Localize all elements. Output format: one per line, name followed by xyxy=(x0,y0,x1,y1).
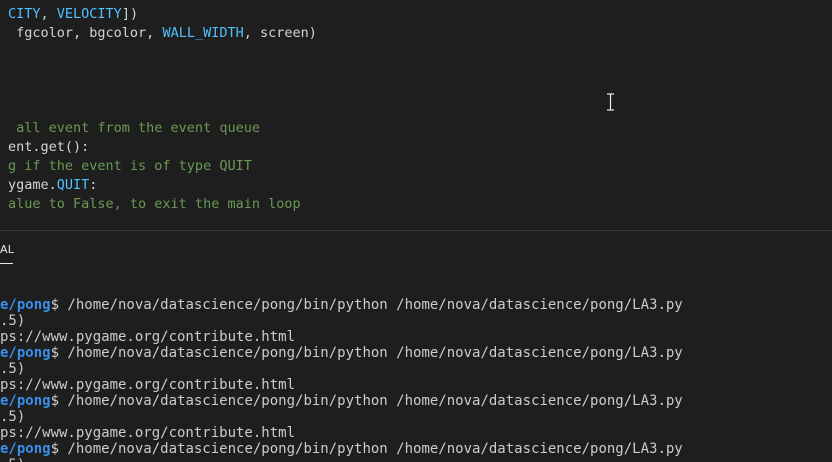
code-line: ent.get(): xyxy=(8,138,89,157)
terminal-line: e/pong$ /home/nova/datascience/pong/bin/… xyxy=(0,345,683,361)
code-token: , screen) xyxy=(243,25,317,41)
code-token: : xyxy=(89,177,98,193)
terminal-text: ps://www.pygame.org/contribute.html xyxy=(0,377,296,393)
terminal-text: .5) xyxy=(0,361,26,377)
terminal-line: .5) xyxy=(0,361,25,377)
code-token: QUIT xyxy=(56,177,90,193)
terminal-line: .5) xyxy=(0,457,25,462)
terminal-prompt-path: e/pong xyxy=(0,441,51,457)
terminal-line: e/pong$ /home/nova/datascience/pong/bin/… xyxy=(0,393,683,409)
i-beam-cursor-icon xyxy=(607,93,614,111)
terminal-prompt-path: e/pong xyxy=(0,345,51,361)
terminal-line: .5) xyxy=(0,409,25,425)
terminal-text: .5) xyxy=(0,313,26,329)
code-line: g if the event is of type QUIT xyxy=(8,157,252,176)
code-token: ]) xyxy=(121,6,139,22)
terminal-line: ps://www.pygame.org/contribute.html xyxy=(0,425,295,441)
code-token: fgcolor, bgcolor, xyxy=(8,25,163,41)
terminal-text: $ /home/nova/datascience/pong/bin/python… xyxy=(50,297,683,313)
terminal-text: ps://www.pygame.org/contribute.html xyxy=(0,425,296,441)
terminal-text: .5) xyxy=(0,409,26,425)
code-token: CITY xyxy=(8,6,41,22)
code-token: g if the event is of type QUIT xyxy=(8,158,252,174)
terminal-line: e/pong$ /home/nova/datascience/pong/bin/… xyxy=(0,441,683,457)
tab-terminal[interactable]: AL xyxy=(0,243,14,256)
terminal-text: $ /home/nova/datascience/pong/bin/python… xyxy=(50,393,683,409)
terminal-panel: AL e/pong$ /home/nova/datascience/pong/b… xyxy=(0,231,832,462)
code-token: , xyxy=(40,6,57,22)
code-line: CITY, VELOCITY]) xyxy=(8,5,138,24)
code-line: all event from the event queue xyxy=(8,119,260,138)
code-editor[interactable]: CITY, VELOCITY]) fgcolor, bgcolor, WALL_… xyxy=(0,0,832,230)
terminal-prompt-path: e/pong xyxy=(0,297,51,313)
terminal-text: ps://www.pygame.org/contribute.html xyxy=(0,329,296,345)
code-line: ygame.QUIT: xyxy=(8,176,97,195)
terminal-line: ps://www.pygame.org/contribute.html xyxy=(0,377,295,393)
terminal-text: $ /home/nova/datascience/pong/bin/python… xyxy=(50,345,683,361)
terminal-text: .5) xyxy=(0,457,25,462)
code-token: VELOCITY xyxy=(56,6,122,22)
code-token: alue to False, to exit the main loop xyxy=(8,196,301,212)
terminal-line: ps://www.pygame.org/contribute.html xyxy=(0,329,295,345)
code-token: all event from the event queue xyxy=(8,120,260,136)
terminal-prompt-path: e/pong xyxy=(0,393,51,409)
terminal-text: $ /home/nova/datascience/pong/bin/python… xyxy=(50,441,683,457)
terminal-line: e/pong$ /home/nova/datascience/pong/bin/… xyxy=(0,297,683,313)
terminal-line: .5) xyxy=(0,313,25,329)
code-token: ent.get(): xyxy=(8,139,90,155)
code-line: fgcolor, bgcolor, WALL_WIDTH, screen) xyxy=(8,24,317,43)
code-token: WALL_WIDTH xyxy=(162,25,244,41)
code-token: ygame. xyxy=(8,177,57,193)
code-line: alue to False, to exit the main loop xyxy=(8,195,301,214)
active-tab-indicator xyxy=(0,263,13,264)
